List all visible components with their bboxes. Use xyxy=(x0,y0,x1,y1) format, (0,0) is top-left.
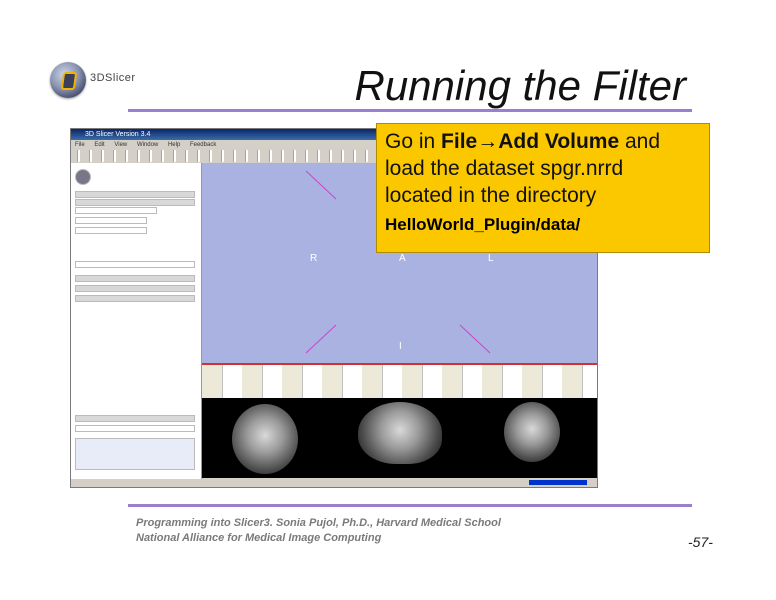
panel-row[interactable] xyxy=(75,207,157,214)
sagittal-slice[interactable] xyxy=(334,398,464,478)
module-panel[interactable] xyxy=(71,163,202,479)
menu-view[interactable]: View xyxy=(114,142,127,148)
panel-row[interactable] xyxy=(75,285,195,292)
footer-line-2: National Alliance for Medical Image Comp… xyxy=(136,532,382,544)
slide-title: Running the Filter xyxy=(354,62,686,109)
axial-slice[interactable] xyxy=(202,398,332,478)
callout-line-2: load the dataset spgr.nrrd xyxy=(385,157,624,180)
panel-row[interactable] xyxy=(75,191,195,198)
callout-text-1: Go in xyxy=(385,130,442,153)
callout-directory: HelloWorld_Plugin/data/ xyxy=(385,215,581,234)
coronal-brain-image xyxy=(504,402,560,462)
label-r: R xyxy=(310,253,318,264)
panel-row[interactable] xyxy=(75,199,195,206)
callout-line-3: located in the directory xyxy=(385,184,597,207)
slice-controllers[interactable] xyxy=(202,363,597,399)
footer-rule xyxy=(128,504,692,507)
module-logo-icon xyxy=(75,169,91,185)
panel-row[interactable] xyxy=(75,227,147,234)
panel-row[interactable] xyxy=(75,275,195,282)
slicer-logo: 3DSlicer xyxy=(44,62,144,102)
panel-row[interactable] xyxy=(75,217,147,224)
slice-views[interactable] xyxy=(202,398,597,478)
slice-controls[interactable] xyxy=(75,438,195,470)
footer: Programming into Slicer3. Sonia Pujol, P… xyxy=(136,516,501,546)
menu-help[interactable]: Help xyxy=(168,142,180,148)
sagittal-brain-image xyxy=(358,402,442,464)
callout-file: File xyxy=(441,130,478,153)
callout-arrow: → xyxy=(477,130,499,153)
apply-row[interactable] xyxy=(75,261,195,268)
label-a: A xyxy=(399,253,406,264)
menu-file[interactable]: File xyxy=(75,142,85,148)
callout-text-2: and xyxy=(619,130,661,153)
menu-window[interactable]: Window xyxy=(137,142,158,148)
callout-add-volume: Add Volume xyxy=(498,130,620,153)
manipulate-slice-views-row[interactable] xyxy=(75,415,195,422)
logo-text: 3DSlicer xyxy=(90,72,136,84)
panel-row[interactable] xyxy=(75,425,195,432)
title-rule xyxy=(128,109,692,112)
page-number: -57- xyxy=(688,534,713,550)
menu-edit[interactable]: Edit xyxy=(94,142,104,148)
menu-feedback[interactable]: Feedback xyxy=(190,142,216,148)
footer-line-1: Programming into Slicer3. Sonia Pujol, P… xyxy=(136,517,501,529)
axial-brain-image xyxy=(232,404,298,474)
panel-row[interactable] xyxy=(75,295,195,302)
coronal-slice[interactable] xyxy=(466,398,596,478)
label-l: L xyxy=(488,253,494,264)
slicer-logo-icon xyxy=(50,62,86,98)
status-bar xyxy=(71,479,597,487)
label-i: I xyxy=(399,341,402,352)
progress-bar xyxy=(529,480,587,485)
instruction-callout: Go in File→Add Volume and load the datas… xyxy=(376,123,710,253)
